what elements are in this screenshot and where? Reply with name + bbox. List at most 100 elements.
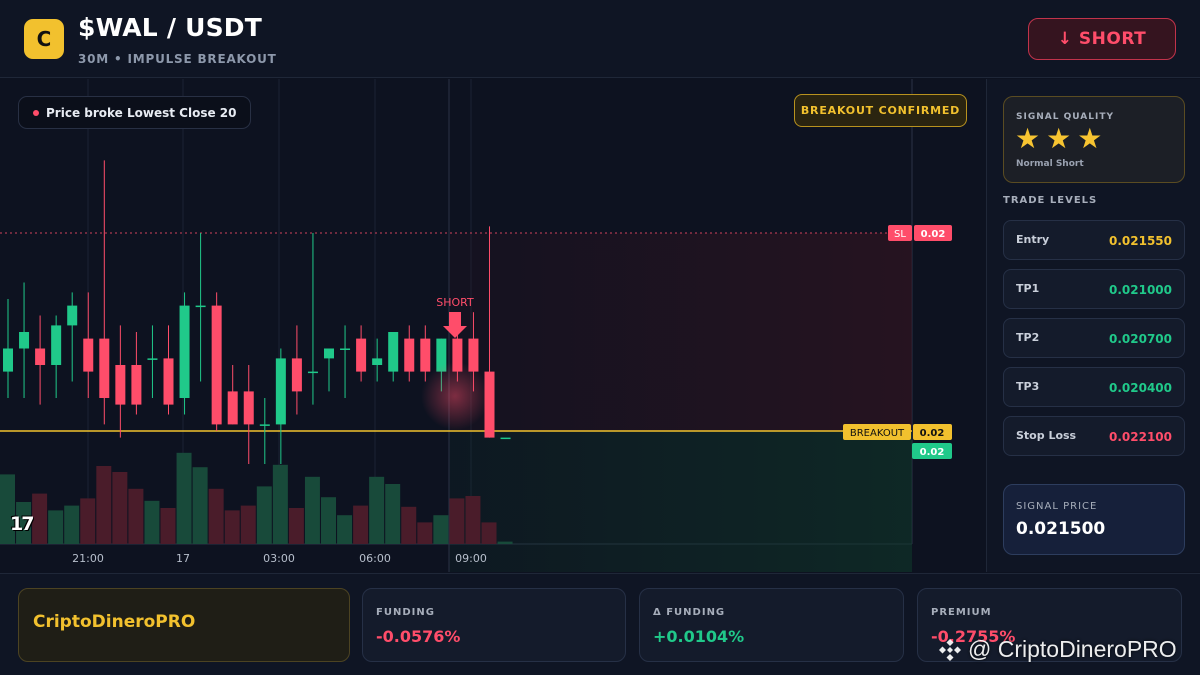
star-icon: ★ — [1077, 122, 1103, 155]
time-tick-label: 06:00 — [359, 552, 391, 565]
candle-body — [131, 365, 142, 405]
volume-bar — [337, 515, 353, 544]
volume-bar — [64, 505, 80, 544]
star-icon: ★ — [1046, 122, 1072, 155]
funding-value: -0.0576% — [376, 627, 461, 646]
binance-logo-icon — [939, 638, 961, 661]
candle-body — [67, 305, 78, 326]
candle-body — [500, 437, 511, 440]
volume-bar — [224, 510, 240, 544]
level-label: Stop Loss — [1016, 429, 1077, 442]
candle-body — [243, 391, 254, 425]
volume-bar — [208, 488, 224, 544]
candle-body — [388, 332, 399, 372]
candle-body — [211, 305, 222, 425]
breakout-value: 0.02 — [920, 428, 945, 439]
time-tick-label: 09:00 — [455, 552, 487, 565]
candle-body — [259, 424, 270, 426]
sl-value: 0.02 — [921, 229, 946, 240]
chart-panel[interactable]: 21:00 17 03:00 06:00 09:00 SL 0.02 BREAKOUT … — [0, 79, 985, 572]
funding-card: FUNDING -0.0576% — [362, 588, 626, 662]
candle-body — [83, 338, 94, 372]
level-label: TP1 — [1016, 282, 1040, 295]
status-dot-icon — [33, 109, 39, 116]
candle-body — [227, 391, 238, 425]
signal-price-value: 0.021500 — [1016, 519, 1106, 539]
volume-bar — [449, 498, 465, 544]
candle-body — [115, 365, 126, 405]
star-icon: ★ — [1015, 122, 1041, 155]
candlestick-chart[interactable]: 21:00 17 03:00 06:00 09:00 SL 0.02 BREAKOUT … — [0, 79, 985, 572]
level-label: Entry — [1016, 233, 1050, 246]
candle-body — [356, 338, 367, 372]
delta-funding-label: Δ FUNDING — [653, 607, 726, 618]
risk-zone — [449, 233, 912, 431]
short-marker-label: SHORT — [436, 296, 474, 309]
short-button[interactable]: ↓ SHORT — [1028, 18, 1176, 60]
signal-price-card: SIGNAL PRICE 0.021500 — [1003, 484, 1185, 555]
tradingview-logo-icon: 17 — [10, 513, 34, 535]
level-value: 0.020400 — [1108, 381, 1172, 395]
watermark-text: @ CriptoDineroPRO — [968, 636, 1177, 662]
volume-bar — [369, 476, 385, 544]
level-row-tp3: TP3 0.020400 — [1003, 367, 1185, 407]
level-value: 0.021000 — [1108, 283, 1172, 297]
level-row-tp1: TP1 0.021000 — [1003, 269, 1185, 309]
trade-levels-title: TRADE LEVELS — [1003, 195, 1098, 206]
candle-body — [163, 358, 174, 405]
candle-body — [324, 348, 334, 359]
candle-body — [307, 371, 318, 374]
level-value: 0.020700 — [1108, 332, 1172, 346]
candle-body — [291, 358, 302, 392]
reward-zone — [449, 431, 912, 572]
candle-body — [340, 348, 351, 350]
volume-bar — [465, 496, 481, 544]
funding-label: FUNDING — [376, 607, 435, 618]
header-bar: C $WAL / USDT 30M • IMPULSE BREAKOUT ↓ S… — [0, 0, 1200, 78]
volume-bar — [48, 510, 64, 544]
volume-bar — [321, 497, 336, 544]
level-value: 0.022100 — [1108, 430, 1172, 444]
volume-bar — [144, 500, 160, 544]
breakout-tag: BREAKOUT — [850, 428, 905, 439]
pair-subtitle: 30M • IMPULSE BREAKOUT — [78, 52, 277, 66]
volume-bar — [240, 505, 256, 544]
breakout-note-pill: Price broke Lowest Close 20 — [18, 96, 252, 129]
volume-bar — [32, 493, 48, 544]
volume-bar — [497, 541, 513, 544]
candle-body — [275, 358, 286, 425]
signal-price-label: SIGNAL PRICE — [1016, 501, 1098, 512]
candle-body — [35, 348, 46, 365]
volume-bars — [0, 452, 513, 544]
delta-funding-value: +0.0104% — [653, 627, 745, 646]
volume-bar — [176, 452, 192, 544]
volume-bar — [96, 466, 112, 544]
candle-body — [404, 338, 415, 372]
volume-bar — [417, 522, 433, 544]
candle-body — [99, 338, 110, 398]
volume-bar — [80, 498, 96, 544]
volume-bar — [288, 508, 304, 544]
level-row-entry: Entry 0.021550 — [1003, 220, 1185, 260]
volume-bar — [304, 476, 320, 544]
candle-body — [19, 332, 30, 349]
signal-side-panel: SIGNAL QUALITY ★ ★ ★ Normal Short TRADE … — [986, 79, 1200, 572]
brand-card: CriptoDineroPRO — [18, 588, 350, 662]
candle-body — [420, 338, 431, 372]
signal-quality-stars: ★ ★ ★ — [1015, 124, 1102, 154]
time-tick-label: 03:00 — [263, 552, 295, 565]
breakout-confirmed-badge: BREAKOUT CONFIRMED — [794, 94, 967, 127]
time-tick-label: 17 — [176, 552, 190, 565]
app-logo: C — [24, 19, 64, 59]
candle-body — [3, 348, 13, 372]
candle-body — [195, 305, 206, 308]
volume-bar — [128, 488, 144, 544]
level-label: TP2 — [1016, 331, 1040, 344]
volume-bar — [112, 472, 128, 544]
signal-quality-note: Normal Short — [1016, 159, 1084, 169]
brand-name: CriptoDineroPRO — [33, 612, 196, 632]
signal-quality-label: SIGNAL QUALITY — [1016, 112, 1114, 122]
volume-bar — [256, 486, 272, 544]
time-tick-label: 21:00 — [72, 552, 104, 565]
volume-bar — [401, 506, 417, 544]
